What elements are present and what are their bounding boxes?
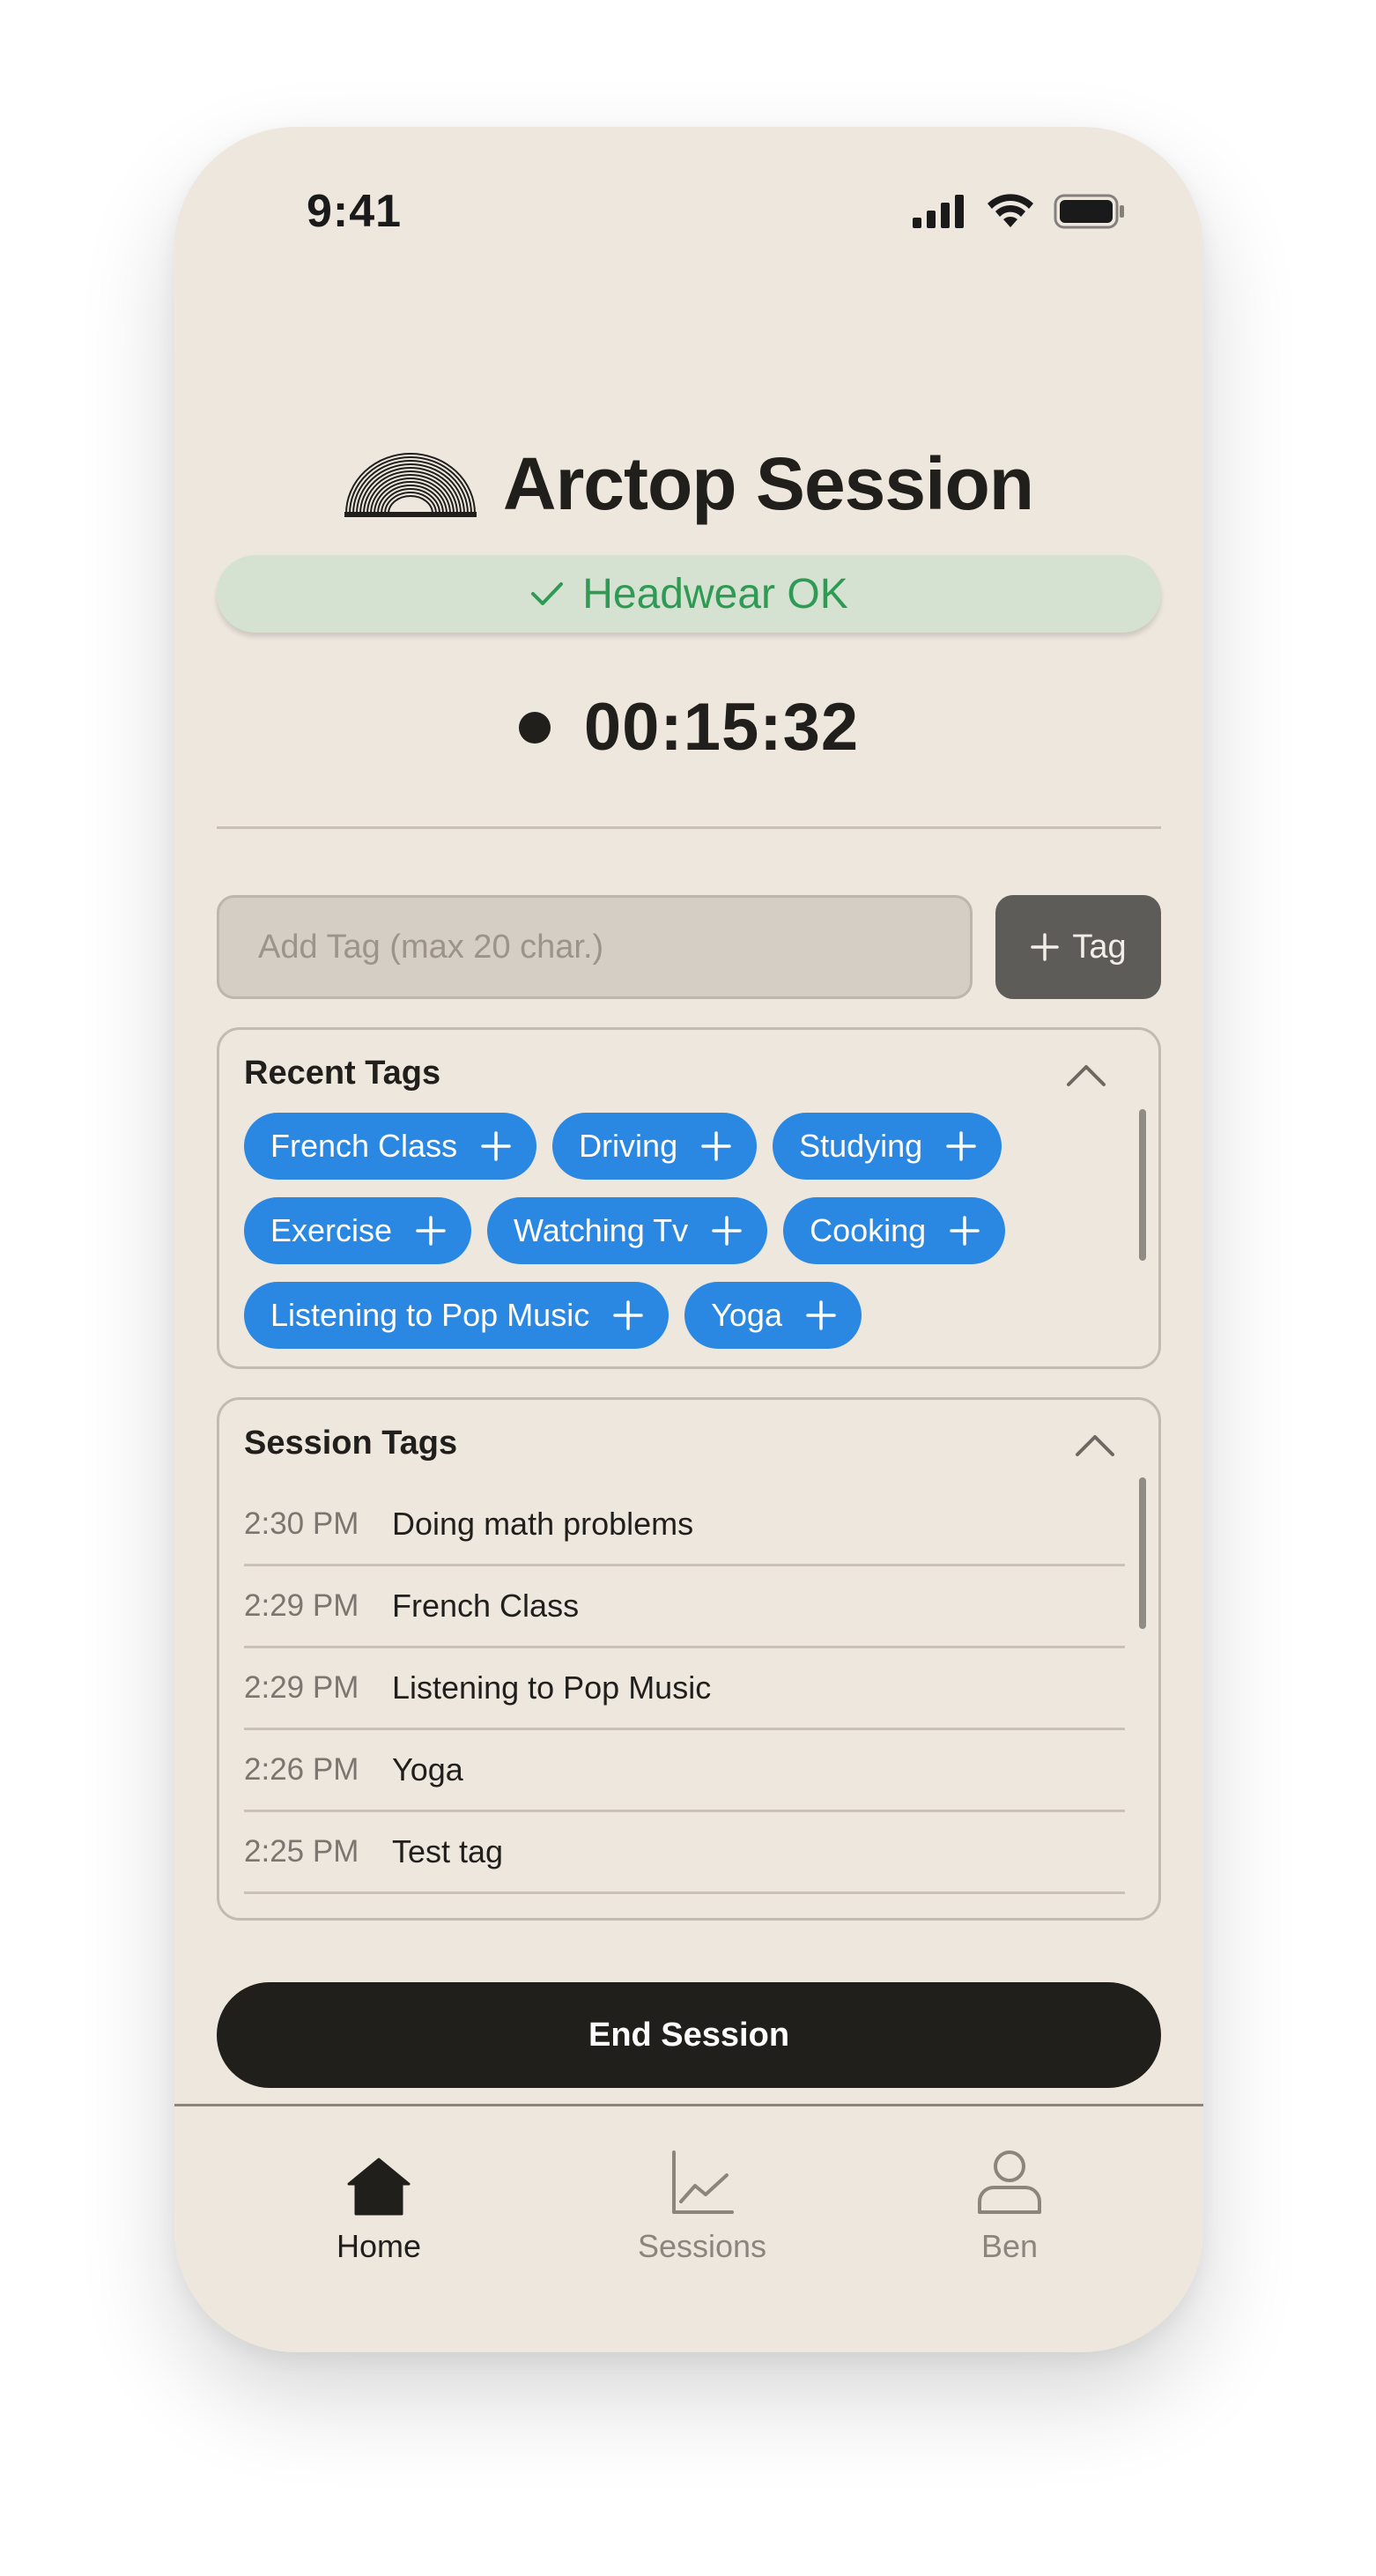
session-tag-label: Yoga bbox=[392, 1751, 463, 1788]
chip-row: French Class Driving Studying bbox=[244, 1113, 1090, 1180]
plus-icon bbox=[950, 1216, 980, 1246]
tab-home[interactable]: Home bbox=[273, 2106, 485, 2265]
tab-label: Ben bbox=[980, 2228, 1039, 2264]
session-tag-label: French Class bbox=[392, 1588, 580, 1624]
session-tag-label: Test tag bbox=[392, 1833, 504, 1869]
tab-label: Home bbox=[336, 2228, 422, 2264]
session-tag-label: Listening to Pop Music bbox=[392, 1669, 712, 1706]
session-tag-row[interactable]: 2:29 PM French Class bbox=[244, 1566, 1125, 1648]
recent-tags-scrollbar[interactable] bbox=[1139, 1109, 1146, 1261]
divider bbox=[217, 826, 1161, 829]
checkmark-icon bbox=[531, 582, 564, 605]
recent-tag-chip[interactable]: Cooking bbox=[783, 1197, 1006, 1264]
battery-icon bbox=[1054, 194, 1124, 229]
session-timer: 00:15:32 bbox=[174, 689, 1203, 766]
arctop-logo bbox=[344, 453, 477, 517]
tab-profile[interactable]: Ben bbox=[904, 2106, 1115, 2265]
recent-tag-chip[interactable]: Studying bbox=[773, 1113, 1002, 1180]
plus-icon bbox=[946, 1131, 976, 1161]
session-tag-row[interactable]: 2:29 PM Listening to Pop Music bbox=[244, 1648, 1125, 1730]
status-icons bbox=[913, 194, 1126, 229]
recent-tag-chip[interactable]: Yoga bbox=[684, 1282, 862, 1349]
chip-label: Driving bbox=[579, 1128, 678, 1164]
headwear-status-label: Headwear OK bbox=[582, 570, 848, 618]
tab-sessions[interactable]: Sessions bbox=[596, 2106, 808, 2265]
session-tag-time: 2:29 PM bbox=[244, 1670, 359, 1705]
chip-label: Cooking bbox=[810, 1212, 927, 1248]
plus-icon bbox=[416, 1216, 446, 1246]
end-session-button[interactable]: End Session bbox=[217, 1982, 1161, 2088]
recent-tags-title: Recent Tags bbox=[244, 1055, 441, 1092]
status-time: 9:41 bbox=[307, 186, 403, 237]
session-tags-list: 2:30 PM Doing math problems 2:29 PM Fren… bbox=[244, 1484, 1125, 1894]
chip-label: Studying bbox=[799, 1128, 923, 1164]
chip-label: Watching Tv bbox=[514, 1212, 689, 1248]
recent-tag-chip[interactable]: Driving bbox=[552, 1113, 758, 1180]
recent-tags-panel: Recent Tags French Class Driving Studyin… bbox=[217, 1027, 1161, 1369]
tab-label: Sessions bbox=[637, 2228, 767, 2264]
timer-value: 00:15:32 bbox=[583, 690, 860, 765]
session-tags-title: Session Tags bbox=[244, 1425, 458, 1462]
plus-icon bbox=[806, 1300, 836, 1330]
app-title: Arctop Session bbox=[502, 441, 1034, 525]
status-bar: 9:41 bbox=[174, 127, 1203, 259]
plus-icon bbox=[701, 1131, 731, 1161]
headwear-status-banner: Headwear OK bbox=[217, 555, 1161, 633]
chevron-up-icon[interactable] bbox=[1065, 1062, 1107, 1088]
home-icon bbox=[347, 2158, 411, 2216]
add-tag-button[interactable]: Tag bbox=[995, 895, 1161, 999]
session-tag-row[interactable]: 2:26 PM Yoga bbox=[244, 1730, 1125, 1812]
chip-label: Yoga bbox=[711, 1297, 782, 1333]
plus-icon bbox=[1031, 933, 1060, 961]
tab-bar: Home Sessions Ben bbox=[174, 2106, 1203, 2352]
recent-tag-chip[interactable]: Exercise bbox=[244, 1197, 472, 1264]
session-tag-time: 2:26 PM bbox=[244, 1752, 359, 1787]
session-tag-row[interactable]: 2:30 PM Doing math problems bbox=[244, 1484, 1125, 1566]
add-tag-button-label: Tag bbox=[1072, 928, 1127, 966]
app-header: Arctop Session bbox=[174, 442, 1203, 525]
phone-screen: 9:41 Arctop Session Headwear OK 00:15:32… bbox=[174, 127, 1203, 2352]
plus-icon bbox=[613, 1300, 643, 1330]
session-tag-row[interactable]: 2:25 PM Test tag bbox=[244, 1812, 1125, 1894]
chip-label: Exercise bbox=[270, 1212, 393, 1248]
session-tag-label: Doing math problems bbox=[392, 1506, 694, 1542]
chevron-up-icon[interactable] bbox=[1074, 1432, 1116, 1458]
session-tags-scrollbar[interactable] bbox=[1139, 1477, 1146, 1629]
session-tag-time: 2:25 PM bbox=[244, 1834, 359, 1869]
plus-icon bbox=[481, 1131, 511, 1161]
chip-row: Exercise Watching Tv Cooking bbox=[244, 1197, 1090, 1264]
session-tags-panel: Session Tags 2:30 PM Doing math problems… bbox=[217, 1397, 1161, 1921]
wifi-icon bbox=[988, 194, 1033, 227]
recent-tag-chip[interactable]: French Class bbox=[244, 1113, 537, 1180]
recent-tag-chip[interactable]: Watching Tv bbox=[487, 1197, 768, 1264]
cellular-signal-icon bbox=[913, 195, 964, 228]
plus-icon bbox=[712, 1216, 742, 1246]
chart-icon bbox=[672, 2150, 734, 2214]
recording-dot-icon bbox=[518, 711, 551, 744]
add-tag-input[interactable] bbox=[217, 895, 973, 999]
user-icon bbox=[978, 2150, 1041, 2214]
chip-label: French Class bbox=[270, 1128, 458, 1164]
session-tag-time: 2:29 PM bbox=[244, 1588, 359, 1623]
chip-row: Listening to Pop Music Yoga bbox=[244, 1282, 1090, 1349]
recent-tags-list: French Class Driving Studying Exercise W… bbox=[244, 1113, 1090, 1366]
chip-label: Listening to Pop Music bbox=[270, 1297, 590, 1333]
session-tag-time: 2:30 PM bbox=[244, 1506, 359, 1541]
recent-tag-chip[interactable]: Listening to Pop Music bbox=[244, 1282, 670, 1349]
